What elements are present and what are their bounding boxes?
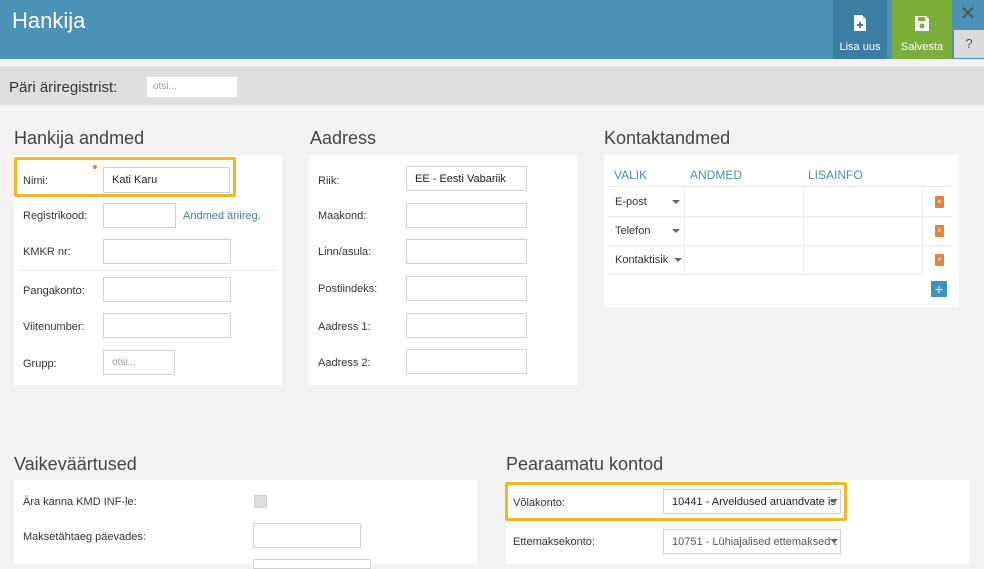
cell-divider (922, 246, 923, 274)
column-header-valik: VALIK (614, 168, 648, 182)
contact-row: Kontaktisik × (608, 246, 952, 274)
name-label: Nimi: (23, 175, 49, 187)
postal-code-field[interactable] (406, 276, 527, 301)
group-label: Grupp: (23, 358, 57, 370)
contact-row: E-post × (608, 187, 952, 216)
chevron-down-icon[interactable] (830, 499, 838, 503)
save-button[interactable]: Salvesta (892, 0, 952, 59)
cell-divider (922, 217, 923, 245)
prepayment-account-select[interactable]: 10751 - Lühiajalised ettemaksed t (663, 529, 841, 554)
postal-code-label: Postiindeks: (318, 283, 378, 295)
add-contact-button[interactable]: + (931, 281, 947, 297)
kmkr-field[interactable] (103, 239, 231, 264)
save-label: Salvesta (900, 41, 944, 53)
close-icon[interactable]: ✕ (958, 4, 978, 24)
contacts-section-title: Kontaktandmed (604, 128, 731, 148)
contact-data-field[interactable] (685, 187, 803, 216)
contact-row: Telefon × (608, 217, 952, 245)
registry-search-label: Päri äriregistrist: (9, 79, 118, 96)
contact-data-field[interactable] (685, 217, 803, 245)
address2-label: Aadress 2: (318, 357, 371, 369)
row-divider (608, 274, 922, 275)
address1-field[interactable] (406, 313, 527, 338)
help-icon[interactable]: ? (954, 30, 984, 58)
county-label: Maakond: (318, 210, 367, 222)
column-header-lisainfo: LISAINFO (808, 168, 863, 182)
chevron-down-icon[interactable] (672, 200, 680, 204)
country-label: Riik: (318, 175, 340, 187)
county-field[interactable] (406, 203, 527, 228)
cell-divider (922, 187, 923, 216)
reference-number-label: Viitenumber: (23, 321, 85, 333)
address-section-title: Aadress (310, 128, 377, 148)
regcode-field[interactable] (103, 203, 176, 228)
contact-data-field[interactable] (685, 246, 803, 274)
contact-info-field[interactable] (804, 187, 922, 216)
contact-info-field[interactable] (804, 246, 922, 274)
city-field[interactable] (406, 239, 527, 264)
debt-account-select[interactable]: 10441 - Arveldused aruandvate is (663, 489, 841, 514)
address1-label: Aadress 1: (318, 321, 371, 333)
contact-type-select[interactable]: Telefon (615, 225, 650, 237)
new-document-icon (854, 15, 866, 31)
reference-number-field[interactable] (103, 313, 231, 338)
column-header-andmed: ANDMED (690, 168, 743, 182)
chevron-down-icon[interactable] (672, 229, 680, 233)
chevron-down-icon[interactable] (674, 258, 682, 262)
save-disk-icon (915, 16, 929, 31)
supplier-section-title: Hankija andmed (14, 128, 145, 148)
next-field[interactable] (253, 559, 371, 569)
address2-field[interactable] (406, 349, 527, 374)
kmkr-label: KMKR nr: (23, 246, 71, 258)
country-field[interactable]: EE - Eesti Vabariik (406, 166, 527, 191)
delete-icon[interactable]: × (935, 225, 944, 237)
chevron-down-icon[interactable] (830, 539, 838, 543)
city-label: Linn/asula: (318, 246, 372, 258)
kmd-inf-label: Ära kanna KMD INF-le: (23, 496, 137, 508)
payment-due-field[interactable] (253, 523, 361, 548)
registry-data-link[interactable]: Andmed äriireg. (183, 210, 261, 222)
add-new-button[interactable]: Lisa uus (833, 0, 887, 59)
defaults-panel (14, 480, 477, 564)
defaults-section-title: Vaikeväärtused (14, 454, 137, 474)
kmd-inf-checkbox[interactable] (254, 495, 267, 508)
bank-account-label: Pangakonto: (23, 285, 85, 297)
debt-account-label: Võlakonto: (513, 497, 565, 509)
delete-icon[interactable]: × (935, 254, 944, 266)
divider (20, 270, 276, 271)
delete-icon[interactable]: × (935, 196, 944, 208)
debt-account-value: 10441 - Arveldused aruandvate is (672, 496, 836, 508)
bank-account-field[interactable] (103, 277, 231, 302)
ledger-section-title: Pearaamatu kontod (506, 454, 664, 474)
required-indicator (93, 165, 97, 169)
contact-type-select[interactable]: E-post (615, 196, 647, 208)
page-title: Hankija (12, 8, 86, 33)
contact-info-field[interactable] (804, 217, 922, 245)
group-search-field[interactable]: otsi... (103, 350, 175, 375)
add-new-label: Lisa uus (839, 41, 881, 53)
regcode-label: Registrikood: (23, 210, 88, 222)
payment-due-label: Maksetähtaeg päevades: (23, 531, 146, 543)
name-field[interactable]: Kati Karu (103, 167, 230, 193)
registry-search-input[interactable]: otsi... (146, 76, 238, 98)
prepayment-account-label: Ettemaksekonto: (513, 536, 595, 548)
prepayment-account-value: 10751 - Lühiajalised ettemaksed t (672, 536, 837, 548)
contact-type-select[interactable]: Kontaktisik (615, 254, 668, 266)
